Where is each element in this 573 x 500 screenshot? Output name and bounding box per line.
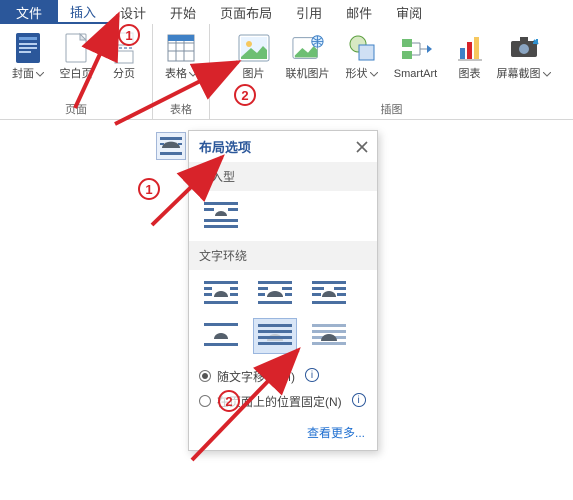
layout-options-popover: 布局选项 嵌入型 文字环绕 (188, 130, 378, 451)
wrap-option-square[interactable] (199, 276, 243, 312)
wrap-option-through[interactable] (307, 276, 351, 312)
online-pictures-label: 联机图片 (286, 68, 330, 81)
cover-page-label: 封面 (12, 68, 44, 81)
chart-label: 图表 (459, 68, 481, 81)
ribbon-tabs: 文件 插入 设计 开始 页面布局 引用 邮件 审阅 (0, 0, 573, 24)
tab-file-label: 文件 (16, 3, 42, 22)
blank-page-label: 空白页 (60, 68, 93, 81)
inline-section-label: 嵌入型 (189, 162, 377, 191)
close-button[interactable] (353, 138, 371, 156)
page-break-label: 分页 (113, 68, 135, 81)
wrap-section-label: 文字环绕 (189, 241, 377, 270)
group-illustrations-items: 图片 联机图片 形状 SmartArt (230, 28, 554, 99)
radio-dot-icon (199, 370, 211, 382)
screenshot-label: 屏幕截图 (497, 68, 551, 81)
shapes-icon (346, 32, 378, 64)
blank-page-icon (60, 32, 92, 64)
wrap-option-in-front-of-text[interactable] (307, 318, 351, 354)
page-break-icon (108, 32, 140, 64)
smartart-icon (400, 32, 432, 64)
picture-label: 图片 (243, 68, 265, 81)
picture-icon (238, 32, 270, 64)
radio-move-with-text[interactable]: 随文字移动(M) i (199, 364, 367, 389)
page-break-button[interactable]: 分页 (100, 28, 148, 81)
chart-button[interactable]: 图表 (446, 28, 494, 81)
chart-icon (454, 32, 486, 64)
wrap-option-tight[interactable] (253, 276, 297, 312)
group-pages-items: 封面 空白页 分页 (4, 28, 148, 99)
tab-mailings[interactable]: 邮件 (334, 0, 384, 24)
radio-dot-icon (199, 395, 211, 407)
radio-move-with-text-label: 随文字移动(M) (217, 368, 295, 385)
group-tables-items: 表格 (157, 28, 205, 99)
chevron-down-icon (543, 68, 551, 80)
smartart-label: SmartArt (394, 68, 437, 81)
see-more-link[interactable]: 查看更多... (307, 426, 365, 440)
tab-review[interactable]: 审阅 (384, 0, 434, 24)
chevron-down-icon (370, 68, 378, 80)
inline-options (189, 197, 377, 241)
group-pages: 封面 空白页 分页 页面 (0, 24, 153, 119)
group-illustrations: 图片 联机图片 形状 SmartArt (210, 24, 573, 119)
radio-fix-on-page[interactable]: 在页面上的位置固定(N) i (199, 389, 367, 414)
table-button[interactable]: 表格 (157, 28, 205, 81)
group-tables-label: 表格 (170, 99, 192, 117)
wrap-options (189, 276, 377, 362)
online-pictures-button[interactable]: 联机图片 (278, 28, 338, 81)
tab-insert[interactable]: 插入 (58, 0, 108, 24)
table-label: 表格 (165, 68, 197, 81)
popover-title: 布局选项 (199, 137, 251, 156)
popover-header: 布局选项 (189, 131, 377, 162)
info-icon[interactable]: i (305, 368, 319, 382)
close-icon (356, 141, 368, 153)
tab-home[interactable]: 开始 (158, 0, 208, 24)
cover-page-button[interactable]: 封面 (4, 28, 52, 81)
shapes-button[interactable]: 形状 (338, 28, 386, 81)
chevron-down-icon (189, 68, 197, 80)
wrap-option-inline[interactable] (199, 197, 243, 233)
chevron-down-icon (36, 68, 44, 80)
online-pictures-icon (292, 32, 324, 64)
picture-button[interactable]: 图片 (230, 28, 278, 81)
smartart-button[interactable]: SmartArt (386, 28, 446, 81)
see-more-row: 查看更多... (189, 420, 377, 442)
group-illustrations-label: 插图 (381, 99, 403, 117)
screenshot-icon (508, 32, 540, 64)
tab-design-label: 设计 (120, 3, 146, 22)
tab-references[interactable]: 引用 (284, 0, 334, 24)
radio-fix-on-page-label: 在页面上的位置固定(N) (217, 393, 342, 410)
shapes-label: 形状 (346, 68, 378, 81)
ribbon-content: 封面 空白页 分页 页面 表格 (0, 24, 573, 120)
tab-design[interactable]: 设计 (108, 0, 158, 24)
position-radios: 随文字移动(M) i 在页面上的位置固定(N) i (189, 362, 377, 420)
group-pages-label: 页面 (65, 99, 87, 117)
layout-options-handle[interactable] (156, 132, 186, 160)
tab-review-label: 审阅 (396, 3, 422, 22)
tab-page-layout[interactable]: 页面布局 (208, 0, 284, 24)
table-icon (165, 32, 197, 64)
cover-page-icon (12, 32, 44, 64)
blank-page-button[interactable]: 空白页 (52, 28, 100, 81)
wrap-option-top-bottom[interactable] (199, 318, 243, 354)
tab-file[interactable]: 文件 (0, 0, 58, 24)
callout-1-popover: 1 (138, 178, 160, 200)
tab-references-label: 引用 (296, 3, 322, 22)
group-tables: 表格 表格 (153, 24, 210, 119)
tab-page-layout-label: 页面布局 (220, 3, 272, 22)
tab-home-label: 开始 (170, 3, 196, 22)
info-icon[interactable]: i (352, 393, 366, 407)
tab-insert-label: 插入 (70, 2, 96, 21)
screenshot-button[interactable]: 屏幕截图 (494, 28, 554, 81)
wrap-option-behind-text[interactable] (253, 318, 297, 354)
tab-mailings-label: 邮件 (346, 3, 372, 22)
